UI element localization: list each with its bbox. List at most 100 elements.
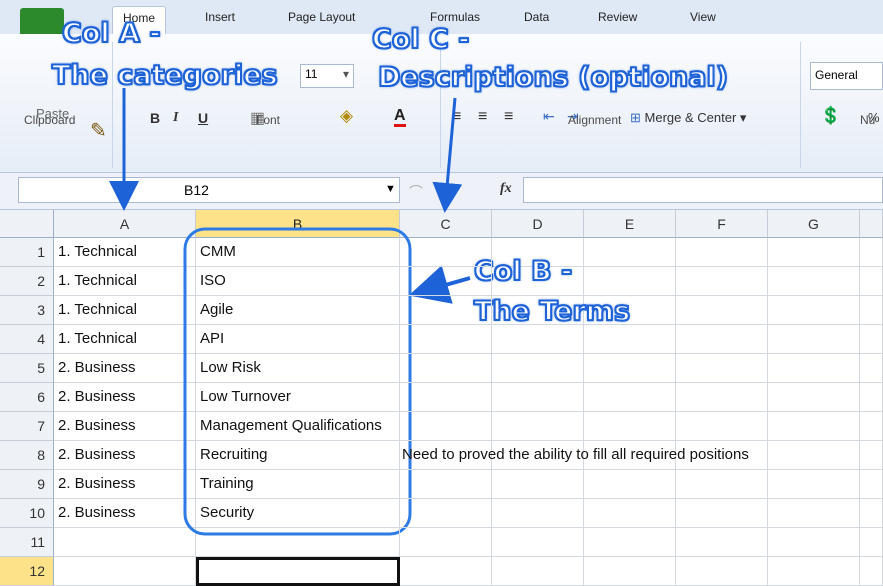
cell-e9[interactable] <box>584 470 676 499</box>
cell-e2[interactable] <box>584 267 676 296</box>
cell-c11[interactable] <box>400 528 492 557</box>
cell[interactable] <box>860 383 883 412</box>
cell-a10[interactable]: 2. Business <box>54 499 196 528</box>
cell-a11[interactable] <box>54 528 196 557</box>
cell-b1[interactable]: CMM <box>196 238 400 267</box>
cell-a2[interactable]: 1. Technical <box>54 267 196 296</box>
cell-d4[interactable] <box>492 325 584 354</box>
row-header[interactable]: 11 <box>0 528 54 557</box>
cell-e1[interactable] <box>584 238 676 267</box>
tab-review[interactable]: Review <box>598 10 637 24</box>
cell-g4[interactable] <box>768 325 860 354</box>
cell[interactable] <box>860 325 883 354</box>
tab-page-layout[interactable]: Page Layout <box>288 10 355 24</box>
cell-c1[interactable] <box>400 238 492 267</box>
font-color-button[interactable]: A <box>394 108 406 127</box>
cell-b10[interactable]: Security <box>196 499 400 528</box>
cell-f9[interactable] <box>676 470 768 499</box>
column-header-c[interactable]: C <box>400 210 492 238</box>
cell-f6[interactable] <box>676 383 768 412</box>
cell-g1[interactable] <box>768 238 860 267</box>
cell-f5[interactable] <box>676 354 768 383</box>
select-all-corner[interactable] <box>0 210 54 238</box>
cell-b3[interactable]: Agile <box>196 296 400 325</box>
insert-function-button[interactable]: fx <box>500 181 512 197</box>
cell-e7[interactable] <box>584 412 676 441</box>
cell-d12[interactable] <box>492 557 584 586</box>
cell-b11[interactable] <box>196 528 400 557</box>
row-header[interactable]: 12 <box>0 557 54 586</box>
cell-e6[interactable] <box>584 383 676 412</box>
chevron-down-icon[interactable]: ▼ <box>385 183 396 195</box>
cell-a12[interactable] <box>54 557 196 586</box>
cell-e12[interactable] <box>584 557 676 586</box>
cell-a9[interactable]: 2. Business <box>54 470 196 499</box>
cell-c2[interactable] <box>400 267 492 296</box>
column-header-b[interactable]: B <box>196 210 400 238</box>
cell-c3[interactable] <box>400 296 492 325</box>
cell-f7[interactable] <box>676 412 768 441</box>
cell-e10[interactable] <box>584 499 676 528</box>
cell-d6[interactable] <box>492 383 584 412</box>
cell[interactable] <box>860 354 883 383</box>
number-format-select[interactable]: General <box>810 62 883 90</box>
cell-g2[interactable] <box>768 267 860 296</box>
cell-a7[interactable]: 2. Business <box>54 412 196 441</box>
column-header[interactable] <box>860 210 883 238</box>
row-header[interactable]: 1 <box>0 238 54 267</box>
bold-button[interactable]: B <box>150 110 160 126</box>
row-header[interactable]: 2 <box>0 267 54 296</box>
fill-color-icon[interactable]: ◈ <box>340 106 353 126</box>
cell-d11[interactable] <box>492 528 584 557</box>
cell-c7[interactable] <box>400 412 492 441</box>
cell[interactable] <box>860 238 883 267</box>
cell-b8[interactable]: Recruiting <box>196 441 400 470</box>
column-header-g[interactable]: G <box>768 210 860 238</box>
cell[interactable] <box>860 528 883 557</box>
cell-d9[interactable] <box>492 470 584 499</box>
formula-input[interactable] <box>523 177 883 203</box>
cell-c5[interactable] <box>400 354 492 383</box>
font-size-select[interactable]: 11 ▾ <box>300 64 354 88</box>
column-header-f[interactable]: F <box>676 210 768 238</box>
align-right-icon[interactable]: ≡ <box>504 108 513 126</box>
cell[interactable] <box>860 557 883 586</box>
cell-a6[interactable]: 2. Business <box>54 383 196 412</box>
decrease-indent-icon[interactable]: ⇤ <box>543 108 555 125</box>
cell-e11[interactable] <box>584 528 676 557</box>
underline-button[interactable]: U <box>198 110 208 126</box>
cell-g5[interactable] <box>768 354 860 383</box>
cell-f2[interactable] <box>676 267 768 296</box>
row-header[interactable]: 3 <box>0 296 54 325</box>
cell-g8[interactable] <box>768 441 860 470</box>
cell-d10[interactable] <box>492 499 584 528</box>
row-header[interactable]: 4 <box>0 325 54 354</box>
cell-g6[interactable] <box>768 383 860 412</box>
accounting-format-icon[interactable]: 💲 <box>820 106 841 126</box>
name-box[interactable]: B12 ▼ <box>18 177 400 203</box>
cell-c10[interactable] <box>400 499 492 528</box>
column-header-e[interactable]: E <box>584 210 676 238</box>
cell-a4[interactable]: 1. Technical <box>54 325 196 354</box>
cell-a3[interactable]: 1. Technical <box>54 296 196 325</box>
cell-g3[interactable] <box>768 296 860 325</box>
format-painter-icon[interactable]: ✎ <box>90 118 107 143</box>
row-header[interactable]: 5 <box>0 354 54 383</box>
cell-f4[interactable] <box>676 325 768 354</box>
align-left-icon[interactable]: ≡ <box>452 108 461 126</box>
cell-g10[interactable] <box>768 499 860 528</box>
cell-b9[interactable]: Training <box>196 470 400 499</box>
tab-file[interactable] <box>20 8 64 34</box>
cell[interactable] <box>860 499 883 528</box>
cell[interactable] <box>860 267 883 296</box>
cell-a1[interactable]: 1. Technical <box>54 238 196 267</box>
row-header[interactable]: 8 <box>0 441 54 470</box>
cell[interactable] <box>860 470 883 499</box>
cell-b6[interactable]: Low Turnover <box>196 383 400 412</box>
cell-g11[interactable] <box>768 528 860 557</box>
cell-f3[interactable] <box>676 296 768 325</box>
italic-button[interactable]: I <box>173 110 178 126</box>
cell[interactable] <box>860 296 883 325</box>
cell-a8[interactable]: 2. Business <box>54 441 196 470</box>
active-cell-b12[interactable] <box>196 557 400 586</box>
